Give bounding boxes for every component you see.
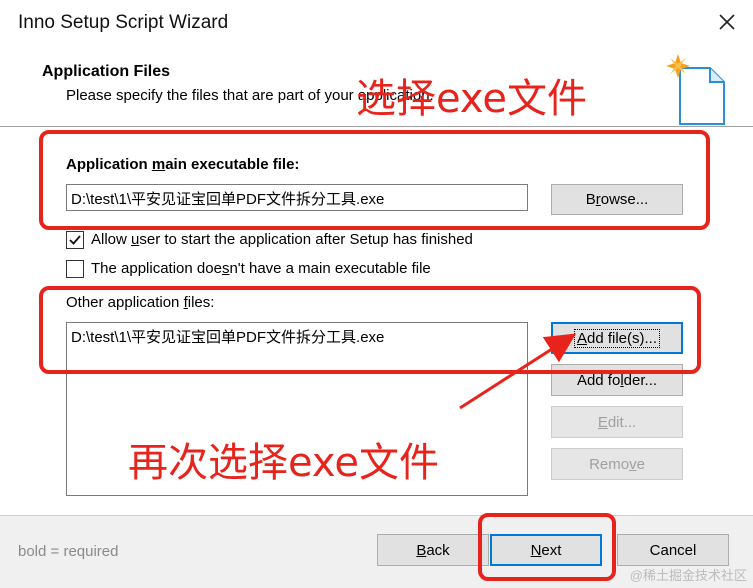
highlight-next-button: [478, 513, 616, 581]
header-separator: [0, 126, 753, 127]
checkmark-icon: [69, 235, 81, 245]
highlight-main-exe: [39, 130, 710, 230]
title-bar: Inno Setup Script Wizard: [0, 0, 753, 46]
window-title: Inno Setup Script Wizard: [18, 12, 229, 33]
required-note: bold = required: [18, 543, 119, 560]
cancel-button[interactable]: Cancel: [617, 534, 729, 566]
watermark: @稀土掘金技术社区: [629, 568, 747, 583]
close-icon[interactable]: [715, 10, 739, 34]
wizard-document-icon: [666, 54, 725, 125]
no-exe-checkbox[interactable]: [66, 260, 84, 278]
annotation-select-exe-again: 再次选择exe文件: [128, 440, 439, 486]
annotation-select-exe: 选择exe文件: [356, 76, 587, 122]
edit-button[interactable]: Edit...: [551, 406, 683, 438]
no-exe-label[interactable]: The application doesn't have a main exec…: [91, 260, 431, 277]
remove-button[interactable]: Remove: [551, 448, 683, 480]
highlight-other-files: [39, 286, 701, 374]
allow-user-label[interactable]: Allow user to start the application afte…: [91, 231, 473, 248]
back-button[interactable]: Back: [377, 534, 489, 566]
page-title: Application Files: [42, 63, 171, 80]
allow-user-checkbox[interactable]: [66, 231, 84, 249]
